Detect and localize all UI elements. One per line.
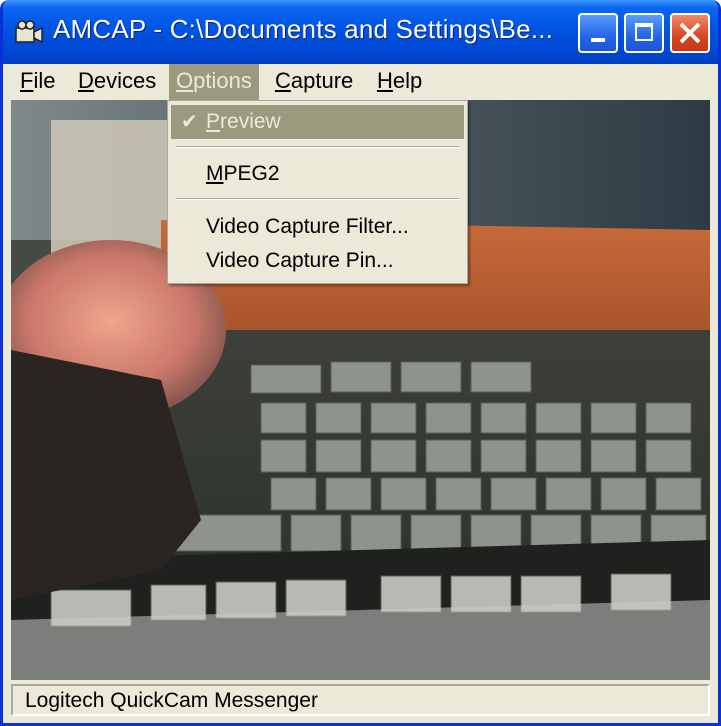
title-bar[interactable]: AMCAP - C:\Documents and Settings\Be...	[3, 0, 718, 64]
menu-separator	[176, 146, 459, 148]
menu-options[interactable]: Options	[169, 64, 259, 100]
menu-item-preview[interactable]: ✔ Preview	[171, 105, 464, 139]
window-title: AMCAP - C:\Documents and Settings\Be...	[53, 14, 554, 44]
check-icon: ✔	[181, 111, 198, 133]
menu-item-mpeg2[interactable]: MPEG2	[171, 157, 464, 191]
maximize-icon	[635, 23, 653, 41]
menu-file[interactable]: File	[13, 64, 62, 100]
close-icon	[679, 22, 701, 44]
menu-devices[interactable]: Devices	[71, 64, 163, 100]
video-camera-icon	[15, 20, 43, 44]
menu-item-video-capture-pin[interactable]: Video Capture Pin...	[171, 244, 464, 278]
amcap-window: AMCAP - C:\Documents and Settings\Be... …	[0, 0, 721, 726]
menu-separator	[176, 198, 459, 200]
menu-bar: File Devices Options Capture Help	[3, 64, 718, 100]
status-text: Logitech QuickCam Messenger	[25, 689, 318, 712]
minimize-icon	[591, 38, 605, 42]
options-dropdown-menu: ✔ Preview MPEG2 Video Capture Filter... …	[167, 100, 468, 284]
minimize-button[interactable]	[578, 13, 618, 53]
status-bar: Logitech QuickCam Messenger	[11, 684, 710, 716]
menu-capture[interactable]: Capture	[268, 64, 360, 100]
close-button[interactable]	[670, 13, 710, 53]
maximize-button[interactable]	[624, 13, 664, 53]
menu-item-video-capture-filter[interactable]: Video Capture Filter...	[171, 210, 464, 244]
menu-help[interactable]: Help	[370, 64, 429, 100]
